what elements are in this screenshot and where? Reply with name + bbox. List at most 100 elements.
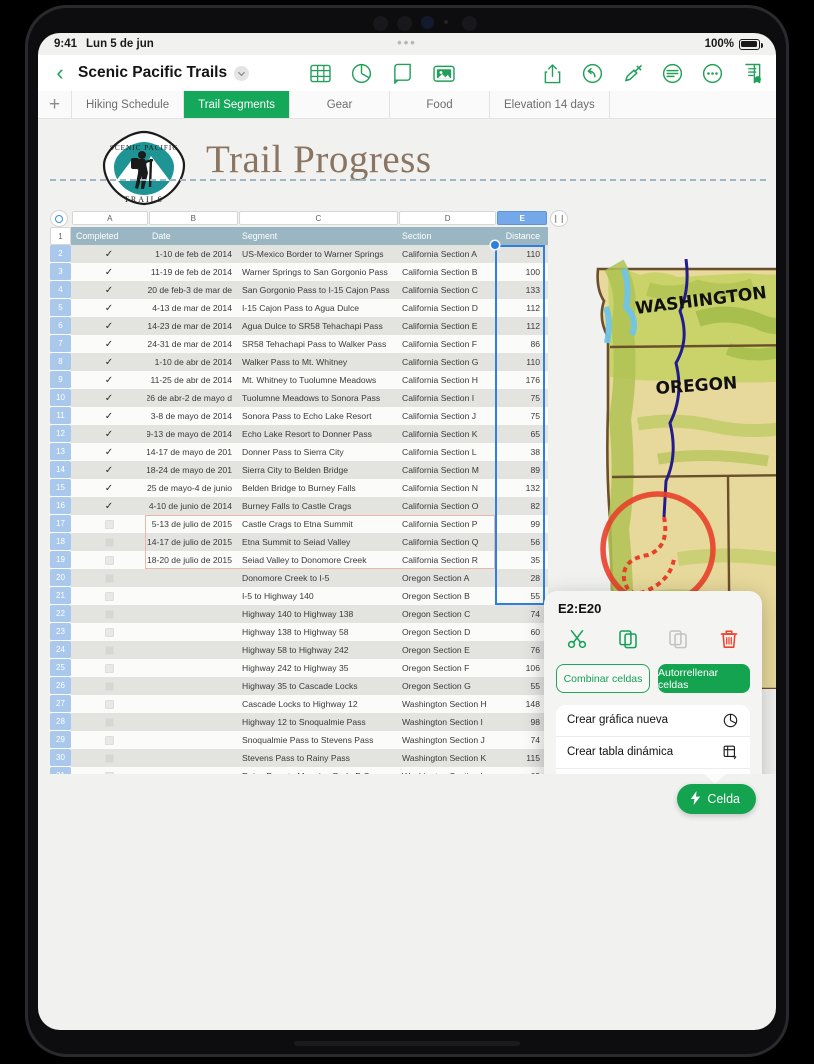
- copy-icon[interactable]: [615, 626, 641, 652]
- row-header-25[interactable]: 25: [50, 659, 71, 677]
- cell-completed[interactable]: [71, 551, 147, 569]
- paste-icon[interactable]: [665, 626, 691, 652]
- table-row[interactable]: Highway 242 to Highway 35 Oregon Section …: [71, 659, 548, 677]
- cell-date[interactable]: [147, 587, 237, 605]
- cell-section[interactable]: California Section F: [397, 335, 495, 353]
- selection-handle[interactable]: [491, 241, 499, 249]
- table-row[interactable]: ✓ 20 de feb-3 de mar de San Gorgonio Pass …: [71, 281, 548, 299]
- cell-segment[interactable]: I-5 to Highway 140: [237, 587, 397, 605]
- cell-completed[interactable]: ✓: [71, 371, 147, 389]
- checkbox-empty-icon[interactable]: [104, 591, 114, 601]
- menu-item-create-pivot-table[interactable]: Crear tabla dinámica: [556, 737, 750, 769]
- cell-segment[interactable]: Burney Falls to Castle Crags: [237, 497, 397, 515]
- row-header-22[interactable]: 22: [50, 605, 71, 623]
- row-header-13[interactable]: 13: [50, 443, 71, 461]
- cell-section[interactable]: California Section C: [397, 281, 495, 299]
- checkbox-empty-icon[interactable]: [104, 753, 114, 763]
- cell-date[interactable]: [147, 695, 237, 713]
- cell-section[interactable]: California Section N: [397, 479, 495, 497]
- cell-date[interactable]: [147, 659, 237, 677]
- menu-item-create-new-chart[interactable]: Crear gráfica nueva: [556, 705, 750, 737]
- cell-distance[interactable]: 110: [495, 353, 545, 371]
- cell-section[interactable]: Washington Section I: [397, 713, 495, 731]
- cell-section[interactable]: Oregon Section A: [397, 569, 495, 587]
- cell-date[interactable]: [147, 749, 237, 767]
- row-header-14[interactable]: 14: [50, 461, 71, 479]
- cell-distance[interactable]: 112: [495, 317, 545, 335]
- column-header-b[interactable]: B: [148, 211, 238, 225]
- cell-distance[interactable]: 74: [495, 731, 545, 749]
- table-row[interactable]: ✓ 14-23 de mar de 2014 Agua Dulce to SR58 …: [71, 317, 548, 335]
- more-icon[interactable]: [701, 62, 724, 85]
- multitask-dots[interactable]: •••: [397, 35, 417, 50]
- cell-section[interactable]: California Section O: [397, 497, 495, 515]
- cell-section[interactable]: California Section K: [397, 425, 495, 443]
- cell-distance[interactable]: 100: [495, 263, 545, 281]
- cell-completed[interactable]: ✓: [71, 299, 147, 317]
- cell-section[interactable]: Oregon Section F: [397, 659, 495, 677]
- cell-distance[interactable]: 112: [495, 299, 545, 317]
- cell-segment[interactable]: Highway 12 to Snoqualmie Pass: [237, 713, 397, 731]
- cell-segment[interactable]: Etna Summit to Seiad Valley: [237, 533, 397, 551]
- cell-distance[interactable]: 115: [495, 749, 545, 767]
- checkbox-empty-icon[interactable]: [104, 555, 114, 565]
- cell-date[interactable]: 14-17 de julio de 2015: [147, 533, 237, 551]
- row-header-15[interactable]: 15: [50, 479, 71, 497]
- cell-segment[interactable]: Donomore Creek to I-5: [237, 569, 397, 587]
- checkbox-empty-icon[interactable]: [104, 699, 114, 709]
- table-row[interactable]: ✓ 24-31 de mar de 2014 SR58 Tehachapi Pass…: [71, 335, 548, 353]
- cell-completed[interactable]: ✓: [71, 317, 147, 335]
- column-header-e[interactable]: E: [497, 211, 547, 225]
- checkbox-empty-icon[interactable]: [104, 573, 114, 583]
- table-row[interactable]: ✓ 3-8 de mayo de 2014 Sonora Pass to Echo …: [71, 407, 548, 425]
- chevron-down-icon[interactable]: [234, 65, 250, 81]
- cell-segment[interactable]: Cascade Locks to Highway 12: [237, 695, 397, 713]
- cell-segment[interactable]: Castle Crags to Etna Summit: [237, 515, 397, 533]
- checkbox-empty-icon[interactable]: [104, 681, 114, 691]
- shape-icon[interactable]: [391, 62, 414, 85]
- cell-segment[interactable]: Belden Bridge to Burney Falls: [237, 479, 397, 497]
- cell-section[interactable]: Oregon Section E: [397, 641, 495, 659]
- cell-completed[interactable]: [71, 641, 147, 659]
- cell-completed[interactable]: ✓: [71, 425, 147, 443]
- merge-cells-button[interactable]: Combinar celdas: [556, 664, 650, 693]
- cell-section[interactable]: California Section H: [397, 371, 495, 389]
- cell-segment[interactable]: Seiad Valley to Donomore Creek: [237, 551, 397, 569]
- cell-completed[interactable]: ✓: [71, 281, 147, 299]
- row-header-11[interactable]: 11: [50, 407, 71, 425]
- cell-completed[interactable]: ✓: [71, 335, 147, 353]
- cell-completed[interactable]: ✓: [71, 245, 147, 263]
- cell-date[interactable]: [147, 641, 237, 659]
- table-row[interactable]: ✓ 9-13 de mayo de 2014 Echo Lake Resort to…: [71, 425, 548, 443]
- cell-distance[interactable]: 65: [495, 425, 545, 443]
- cut-icon[interactable]: [564, 626, 590, 652]
- column-header-a[interactable]: A: [72, 211, 148, 225]
- cell-date[interactable]: 14-23 de mar de 2014: [147, 317, 237, 335]
- cell-date[interactable]: 1-10 de feb de 2014: [147, 245, 237, 263]
- cell-distance[interactable]: 89: [495, 461, 545, 479]
- cell-section[interactable]: California Section Q: [397, 533, 495, 551]
- cell-date[interactable]: 5-13 de julio de 2015: [147, 515, 237, 533]
- cell-distance[interactable]: 176: [495, 371, 545, 389]
- cell-date[interactable]: 9-13 de mayo de 2014: [147, 425, 237, 443]
- cell-section[interactable]: California Section L: [397, 443, 495, 461]
- cell-section[interactable]: California Section R: [397, 551, 495, 569]
- cell-section[interactable]: California Section J: [397, 407, 495, 425]
- cell-completed[interactable]: [71, 731, 147, 749]
- table-row[interactable]: Snoqualmie Pass to Stevens Pass Washingto…: [71, 731, 548, 749]
- cell-date[interactable]: 18-24 de mayo de 201: [147, 461, 237, 479]
- cell-section[interactable]: Washington Section J: [397, 731, 495, 749]
- cell-date[interactable]: 11-19 de feb de 2014: [147, 263, 237, 281]
- cell-distance[interactable]: 56: [495, 533, 545, 551]
- cell-distance[interactable]: 60: [495, 623, 545, 641]
- checkbox-empty-icon[interactable]: [104, 717, 114, 727]
- cell-distance[interactable]: 82: [495, 497, 545, 515]
- cell-segment[interactable]: Highway 140 to Highway 138: [237, 605, 397, 623]
- cell-completed[interactable]: ✓: [71, 389, 147, 407]
- cell-segment[interactable]: Highway 138 to Highway 58: [237, 623, 397, 641]
- cell-completed[interactable]: [71, 605, 147, 623]
- cell-distance[interactable]: 110: [495, 245, 545, 263]
- cell-date[interactable]: [147, 605, 237, 623]
- sheet-tab-hiking-schedule[interactable]: Hiking Schedule: [72, 91, 185, 118]
- cell-section[interactable]: California Section I: [397, 389, 495, 407]
